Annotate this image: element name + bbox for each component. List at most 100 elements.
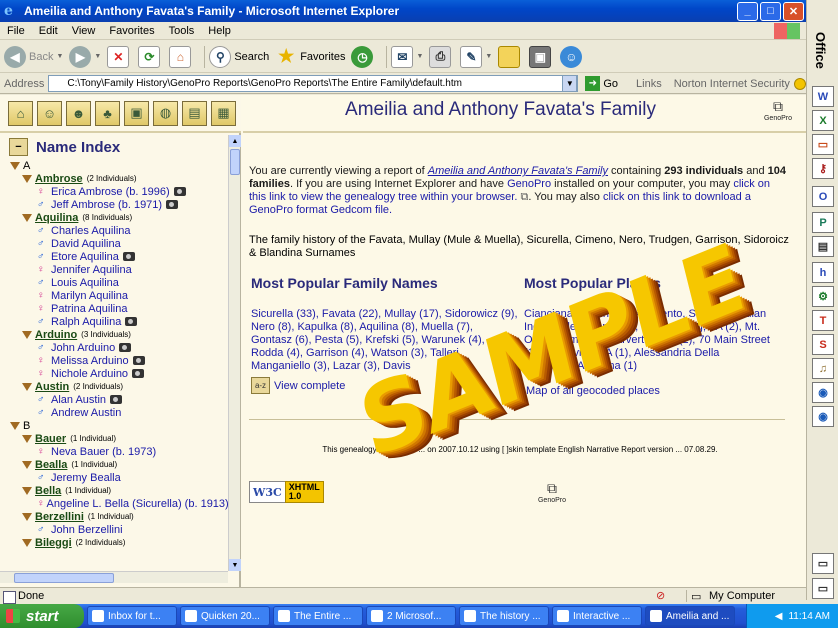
print-button[interactable]: ⎙ [429, 45, 454, 68]
person-name-link[interactable]: Jeremy Bealla [51, 472, 121, 484]
popular-places-line[interactable]: Rocca (1), Alabama (1) [524, 360, 770, 373]
surname-group[interactable]: Aquilina (8 Individuals) [10, 211, 228, 224]
surname-link[interactable]: Austin [35, 381, 69, 393]
person-name-link[interactable]: John Berzellini [51, 524, 123, 536]
favorites-button[interactable]: ★ Favorites [275, 46, 345, 68]
popular-names-line[interactable]: Rodda (4), Garrison (4), Watson (3), Tal… [251, 347, 518, 360]
links-button[interactable]: Links [636, 78, 662, 90]
camera-icon[interactable] [110, 395, 123, 404]
person-item[interactable]: ♂ Louis Aquilina [10, 276, 228, 289]
tray-arrow-icon[interactable]: ◀ [775, 611, 783, 622]
person-item[interactable]: ♀ Nichole Arduino [10, 367, 228, 380]
person-name-link[interactable]: Andrew Austin [51, 407, 121, 419]
index-letter[interactable]: B [10, 419, 228, 432]
surname-group[interactable]: Bauer (1 Individual) [10, 432, 228, 445]
genopro-footer-logo[interactable]: ⧉ GenoPro [537, 480, 567, 510]
camera-icon[interactable] [122, 252, 135, 261]
outlook-icon[interactable]: O [812, 186, 834, 207]
word-icon[interactable]: W [812, 86, 834, 107]
close-button[interactable]: ✕ [783, 1, 804, 21]
surname-group[interactable]: Austin (2 Individuals) [10, 380, 228, 393]
expand-triangle-icon[interactable] [22, 213, 32, 222]
person-item[interactable]: ♀ Patrina Aquilina [10, 302, 228, 315]
address-dropdown-button[interactable]: ▼ [562, 75, 578, 92]
publisher-icon[interactable]: P [812, 212, 834, 233]
globe-icon[interactable]: ◉ [812, 382, 834, 403]
left-horizontal-scrollbar[interactable] [0, 571, 228, 583]
person-item[interactable]: ♂ Jeremy Bealla [10, 471, 228, 484]
expand-triangle-icon[interactable] [22, 460, 32, 469]
surname-group[interactable]: Berzellini (1 Individual) [10, 510, 228, 523]
person-name-link[interactable]: John Arduino [51, 342, 115, 354]
globe2-icon[interactable]: ◉ [812, 406, 834, 427]
person-item[interactable]: ♀ Erica Ambrose (b. 1996) [10, 185, 228, 198]
tree-nav-icon[interactable]: ♣ [95, 100, 120, 126]
home-button[interactable]: ⌂ [169, 45, 194, 68]
camera-icon[interactable] [132, 356, 145, 365]
person-name-link[interactable]: Ralph Aquilina [51, 316, 121, 328]
forward-dropdown-icon[interactable]: ▼ [94, 53, 101, 60]
menu-help[interactable]: Help [201, 25, 238, 37]
camera-icon[interactable] [119, 343, 132, 352]
discuss-button[interactable] [498, 45, 523, 68]
surname-link[interactable]: Bella [35, 485, 61, 497]
taskbar-item-quicken[interactable]: Quicken 20... [180, 606, 270, 626]
collapse-index-button[interactable]: − [9, 138, 28, 156]
menu-tools[interactable]: Tools [162, 25, 202, 37]
mail-dropdown-icon[interactable]: ▼ [416, 53, 423, 60]
taskbar-item-microsoft[interactable]: 2 Microsof... [366, 606, 456, 626]
person-item[interactable]: ♂ John Berzellini [10, 523, 228, 536]
genopro-link[interactable]: GenoPro [507, 178, 551, 190]
person-name-link[interactable]: Etore Aquilina [51, 251, 119, 263]
search-button[interactable]: ⚲ Search [209, 45, 269, 68]
camera-icon[interactable] [166, 200, 179, 209]
genopro-logo[interactable]: ⧉ GenoPro [763, 98, 793, 128]
folder-icon[interactable]: ▭ [812, 553, 834, 574]
surname-link[interactable]: Bealla [35, 459, 67, 471]
desktop-icon[interactable]: ▭ [812, 578, 834, 599]
surname-group[interactable]: Ambrose (2 Individuals) [10, 172, 228, 185]
expand-triangle-icon[interactable] [10, 161, 20, 170]
history-button[interactable]: ◷ [351, 45, 376, 68]
person-name-link[interactable]: Marilyn Aquilina [51, 290, 128, 302]
view-map-link[interactable]: Map of all geocoded places [526, 385, 660, 397]
expand-triangle-icon[interactable] [22, 382, 32, 391]
taskbar-item-inbox[interactable]: Inbox for t... [87, 606, 177, 626]
scroll-down-button[interactable]: ▼ [229, 559, 241, 571]
surname-link[interactable]: Aquilina [35, 212, 78, 224]
person-name-link[interactable]: Nichole Arduino [51, 368, 128, 380]
person-name-link[interactable]: Alan Austin [51, 394, 106, 406]
menu-favorites[interactable]: Favorites [102, 25, 161, 37]
maximize-button[interactable]: □ [760, 1, 781, 21]
refresh-button[interactable]: ⟳ [138, 45, 163, 68]
minimize-button[interactable]: _ [737, 1, 758, 21]
person-item[interactable]: ♂ Charles Aquilina [10, 224, 228, 237]
popular-names-line[interactable]: Sicurella (33), Favata (22), Mullay (17)… [251, 308, 518, 321]
start-button[interactable]: start [0, 604, 84, 628]
person-item[interactable]: ♀ Marilyn Aquilina [10, 289, 228, 302]
expand-triangle-icon[interactable] [22, 512, 32, 521]
person-item[interactable]: ♀ Jennifer Aquilina [10, 263, 228, 276]
person-name-link[interactable]: Melissa Arduino [51, 355, 129, 367]
surname-link[interactable]: Arduino [35, 329, 77, 341]
go-button[interactable]: ➜ Go [585, 76, 618, 91]
camera-icon[interactable] [125, 317, 138, 326]
report-link[interactable]: Ameilia and Anthony Favata's Family [428, 165, 608, 177]
view-complete-link[interactable]: a-z View complete [251, 377, 345, 394]
person-item[interactable]: ♂ Etore Aquilina [10, 250, 228, 263]
tool2-icon[interactable]: S [812, 334, 834, 355]
person-name-link[interactable]: Charles Aquilina [51, 225, 131, 237]
popular-names-line[interactable]: Manganiello (3), Lazar (3), Davis [251, 360, 518, 373]
mail-button[interactable]: ✉ ▼ [391, 45, 423, 68]
camera-icon[interactable] [132, 369, 145, 378]
w3c-xhtml-badge[interactable]: W3C XHTML 1.0 [249, 481, 324, 503]
surname-group[interactable]: Bella (1 Individual) [10, 484, 228, 497]
left-vertical-scrollbar[interactable]: ▲ ▼ [228, 135, 241, 571]
expand-triangle-icon[interactable] [22, 174, 32, 183]
norton-button[interactable]: Norton Internet Security [674, 77, 806, 90]
person-item[interactable]: ♂ Andrew Austin [10, 406, 228, 419]
expand-triangle-icon[interactable] [22, 486, 32, 495]
tray-clock[interactable]: 11:14 AM [788, 611, 830, 622]
popular-places-line[interactable]: Olivet Cemetery, Carverton, PA (2), 70 M… [524, 334, 770, 347]
person-name-link[interactable]: Jeff Ambrose (b. 1971) [51, 199, 162, 211]
